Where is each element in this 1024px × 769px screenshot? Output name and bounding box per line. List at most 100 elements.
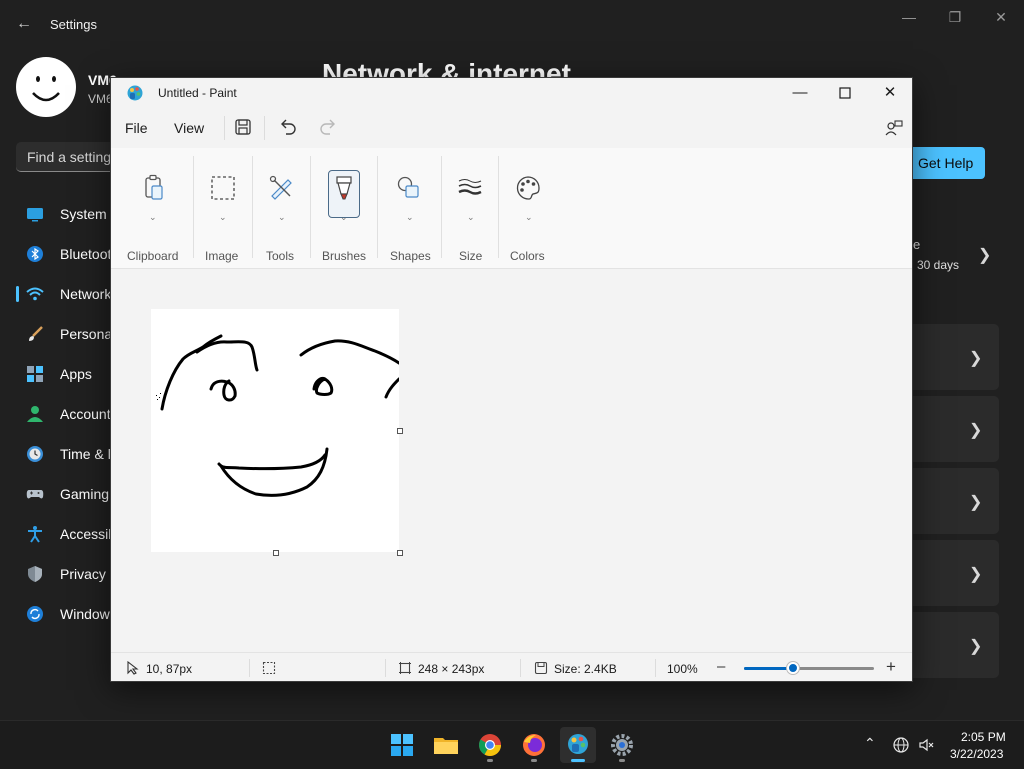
settings-card[interactable]: ❯	[905, 324, 999, 390]
settings-card[interactable]: ❯	[905, 396, 999, 462]
undo-icon[interactable]	[278, 117, 298, 137]
ribbon-group-shapes: ⌄ Shapes	[379, 156, 441, 263]
bluetooth-icon	[26, 245, 44, 263]
paint-statusbar: 10, 87px 248 × 243px Size: 2.4KB 100% – …	[111, 652, 912, 681]
chevron-right-icon: ❯	[969, 422, 983, 439]
status-divider	[249, 659, 250, 677]
running-indicator	[487, 759, 493, 762]
zoom-out-icon[interactable]: –	[717, 658, 725, 675]
taskbar: ⌃ 2:05 PM 3/22/2023	[0, 720, 1024, 769]
chevron-up-icon[interactable]: ⌃	[864, 735, 876, 752]
cursor-position: 10, 87px	[146, 662, 193, 676]
zoom-percentage[interactable]: 100%	[667, 662, 698, 676]
chevron-down-icon[interactable]: ⌄	[219, 212, 227, 223]
chevron-down-icon[interactable]: ⌄	[340, 212, 348, 223]
zoom-slider-thumb[interactable]	[787, 662, 800, 674]
group-label: Image	[205, 249, 239, 263]
maximize-icon[interactable]	[822, 82, 868, 104]
canvas-area[interactable]	[111, 269, 912, 652]
redo-icon[interactable]	[318, 117, 338, 137]
zoom-in-icon[interactable]: +	[886, 657, 896, 677]
accessibility-icon	[26, 525, 44, 543]
paint-titlebar[interactable]: Untitled - Paint — ✕	[111, 78, 912, 108]
taskbar-chrome[interactable]	[472, 727, 508, 763]
size-icon[interactable]	[454, 172, 486, 204]
user-account: VM6	[88, 92, 113, 106]
clipboard-icon[interactable]	[137, 172, 169, 204]
account-icon	[26, 405, 44, 423]
tools-icon[interactable]	[266, 172, 298, 204]
paint-ribbon: ⌄ Clipboard ⌄ Image ⌄ Tools ⌄ Brushes ⌄ …	[111, 148, 912, 269]
chevron-right-icon[interactable]: ❯	[978, 245, 991, 265]
shapes-icon[interactable]	[393, 172, 425, 204]
resize-handle-bottom[interactable]	[273, 550, 279, 556]
group-label: Size	[459, 249, 483, 263]
chevron-down-icon[interactable]: ⌄	[149, 212, 157, 223]
menu-view[interactable]: View	[174, 120, 204, 136]
start-button[interactable]	[384, 727, 420, 763]
clock-date[interactable]: 3/22/2023	[950, 747, 1003, 761]
ribbon-group-clipboard: ⌄ Clipboard	[125, 156, 195, 263]
settings-card[interactable]: ❯	[905, 540, 999, 606]
brush-icon	[26, 325, 44, 343]
settings-card[interactable]: ❯	[905, 468, 999, 534]
gamepad-icon	[26, 485, 44, 503]
ribbon-group-colors: ⌄ Colors	[500, 156, 560, 263]
partial-text: e	[913, 237, 921, 252]
ribbon-group-size: ⌄ Size	[443, 156, 497, 263]
minimize-icon[interactable]: —	[777, 82, 823, 104]
account-share-icon[interactable]	[884, 118, 904, 138]
ribbon-group-image: ⌄ Image	[195, 156, 251, 263]
active-indicator	[571, 759, 585, 762]
chevron-down-icon[interactable]: ⌄	[406, 212, 414, 223]
menu-divider	[224, 116, 225, 140]
paint-icon	[568, 734, 588, 754]
palette-icon[interactable]	[512, 172, 544, 204]
file-size: Size: 2.4KB	[554, 662, 617, 676]
get-help-button[interactable]: Get Help	[905, 147, 985, 179]
resize-handle-right[interactable]	[397, 428, 403, 434]
group-label: Clipboard	[127, 249, 179, 263]
taskbar-firefox[interactable]	[516, 727, 552, 763]
minimize-icon[interactable]: —	[886, 8, 932, 26]
file-size-icon	[534, 661, 548, 675]
selection-icon[interactable]	[207, 172, 239, 204]
status-divider	[520, 659, 521, 677]
taskbar-file-explorer[interactable]	[428, 727, 464, 763]
ribbon-divider	[441, 156, 442, 258]
volume-muted-icon[interactable]	[918, 736, 936, 754]
group-label: Tools	[266, 249, 295, 263]
zoom-slider-fill	[744, 667, 794, 670]
chevron-right-icon: ❯	[969, 494, 983, 511]
drawing-canvas[interactable]	[151, 309, 401, 552]
avatar[interactable]	[16, 57, 76, 117]
restore-icon[interactable]: ❐	[932, 8, 978, 26]
menu-file[interactable]: File	[125, 120, 148, 136]
menu-divider	[264, 116, 265, 140]
ribbon-divider	[193, 156, 194, 258]
ribbon-divider	[252, 156, 253, 258]
settings-card[interactable]: ❯	[905, 612, 999, 678]
group-label: Brushes	[322, 249, 367, 263]
chevron-down-icon[interactable]: ⌄	[278, 212, 286, 223]
back-arrow-icon[interactable]: ←	[14, 14, 34, 34]
close-icon[interactable]: ✕	[978, 8, 1024, 26]
globe-icon[interactable]	[892, 736, 910, 754]
ribbon-divider	[310, 156, 311, 258]
wifi-icon	[26, 285, 44, 303]
brush-icon[interactable]	[328, 172, 360, 204]
taskbar-settings[interactable]	[604, 727, 640, 763]
chevron-down-icon[interactable]: ⌄	[525, 212, 533, 223]
save-icon[interactable]	[234, 118, 252, 136]
chevron-down-icon[interactable]: ⌄	[467, 212, 475, 223]
days-text: 30 days	[917, 258, 960, 272]
chevron-right-icon: ❯	[969, 638, 983, 655]
taskbar-paint[interactable]	[560, 727, 596, 763]
ribbon-group-brushes: ⌄ Brushes	[312, 156, 376, 263]
clock-time[interactable]: 2:05 PM	[961, 730, 1006, 744]
resize-handle-corner[interactable]	[397, 550, 403, 556]
close-icon[interactable]: ✕	[867, 82, 912, 104]
paint-app-icon	[126, 84, 144, 102]
settings-icon	[611, 734, 633, 756]
group-label: Shapes	[390, 249, 431, 263]
